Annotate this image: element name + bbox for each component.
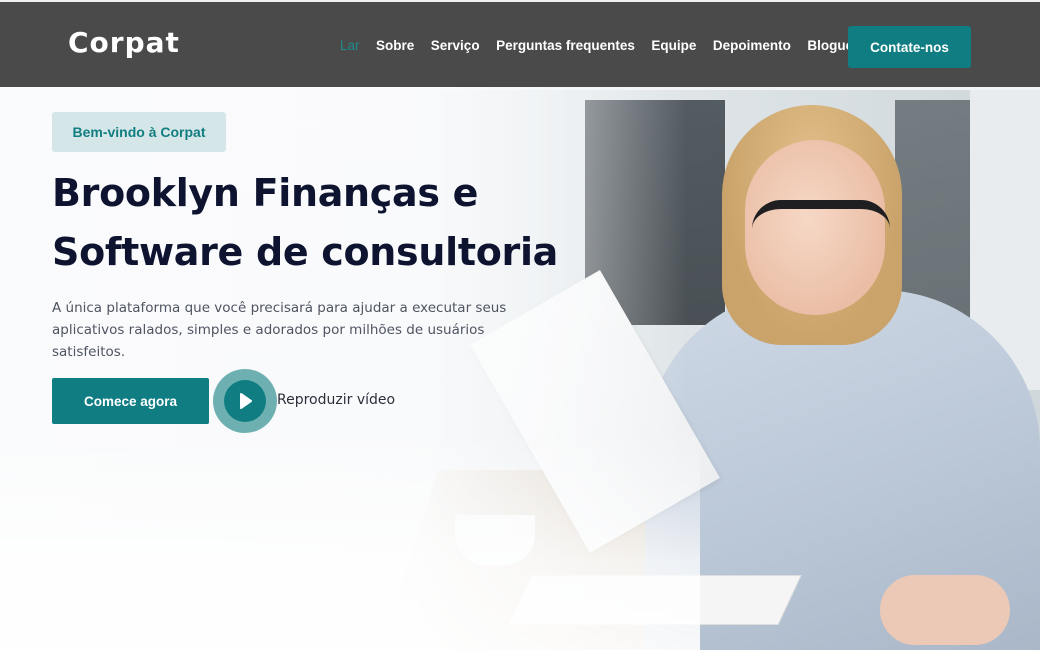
nav-item-depoimento[interactable]: Depoimento <box>713 38 791 53</box>
contact-button[interactable]: Contate-nos <box>848 26 971 68</box>
site-header: Corpat Lar Sobre Serviço Perguntas frequ… <box>0 0 1040 87</box>
nav-item-servico[interactable]: Serviço <box>431 38 480 53</box>
hero-subtitle-line2: aplicativos ralados, simples e adorados … <box>52 322 485 360</box>
nav-item-equipe[interactable]: Equipe <box>651 38 696 53</box>
hero-title: Brooklyn Finanças e Software de consulto… <box>52 164 572 282</box>
play-button-inner[interactable] <box>224 380 266 422</box>
hero-title-line1: Brooklyn Finanças e <box>52 171 479 215</box>
nav-item-blogue[interactable]: Blogue <box>807 38 853 53</box>
hero-subtitle: A única plataforma que você precisará pa… <box>52 297 552 363</box>
play-icon <box>240 393 252 409</box>
nav-item-sobre[interactable]: Sobre <box>376 38 414 53</box>
welcome-badge: Bem-vindo à Corpat <box>52 112 226 152</box>
hero-subtitle-line1: A única plataforma que você precisará pa… <box>52 300 507 316</box>
main-nav: Lar Sobre Serviço Perguntas frequentes E… <box>340 2 870 89</box>
hero-title-line2: Software de consultoria <box>52 230 559 274</box>
nav-item-lar[interactable]: Lar <box>340 38 360 53</box>
logo[interactable]: Corpat <box>68 26 180 59</box>
start-now-button[interactable]: Comece agora <box>52 378 209 424</box>
nav-item-faq[interactable]: Perguntas frequentes <box>496 38 635 53</box>
hero-overlay-bottom <box>0 430 700 650</box>
play-video-label[interactable]: Reproduzir vídeo <box>277 392 395 408</box>
play-video-button[interactable] <box>213 369 277 433</box>
